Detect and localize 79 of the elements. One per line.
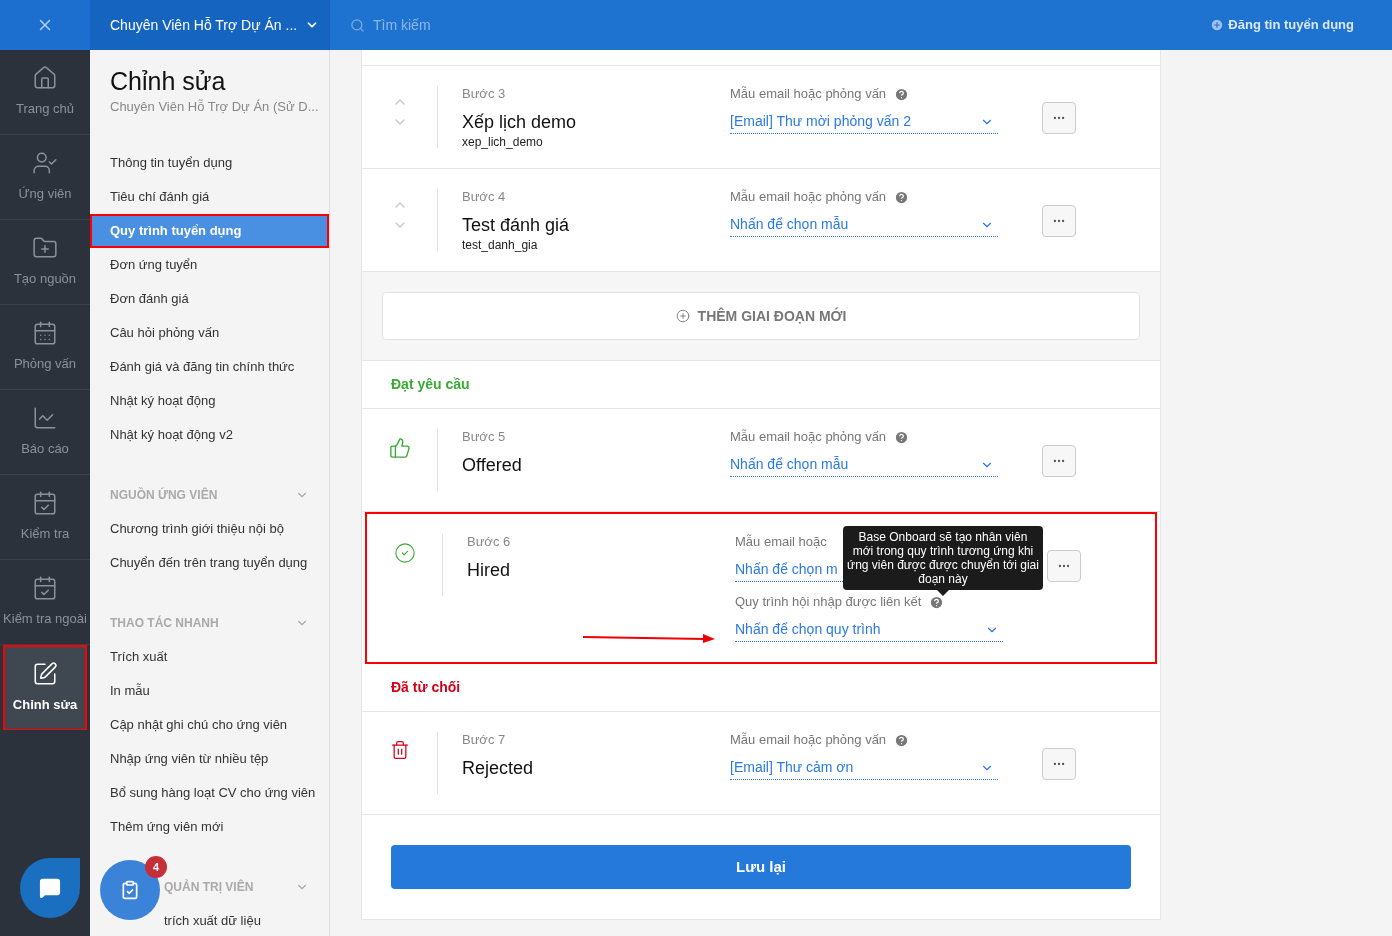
sidebar-item[interactable]: trích xuất dữ liệu (164, 903, 329, 936)
stage-name: Rejected (462, 757, 535, 780)
sidebar-item[interactable]: Chuyển đến trên trang tuyển dụng (90, 545, 329, 580)
help-icon[interactable] (929, 594, 945, 610)
sidebar-item[interactable]: Tiêu chí đánh giá (90, 179, 329, 214)
more-button[interactable] (1042, 102, 1076, 134)
tooltip: Base Onboard sẽ tạo nhân viên mới trong quy trình tương ứng khi ứng viên được được chuyển tới giai đoạn này (843, 526, 1043, 590)
sidebar-item[interactable]: Nhật ký hoạt động (90, 383, 329, 418)
stage-name: Test đánh giá (462, 214, 571, 237)
help-icon[interactable] (894, 189, 910, 205)
sidebar-item[interactable]: Thông tin tuyển dụng (90, 145, 329, 180)
section-heading: Đạt yêu cầu (391, 375, 470, 394)
nav-icon (32, 575, 58, 602)
step-label: Bước 5 (462, 429, 507, 445)
stage-name: Offered (462, 454, 523, 477)
section-heading: QUẢN TRỊ VIÊN (164, 878, 254, 896)
stage-name: Xếp lịch demo (462, 111, 578, 134)
sidebar-item[interactable]: Chương trình giới thiệu nội bộ (90, 511, 329, 546)
sidebar-item[interactable]: Cập nhật ghi chú cho ứng viên (90, 707, 329, 742)
field-label: Mẫu email hoặc phỏng vấn (730, 731, 887, 750)
section-heading: NGUỒN ỨNG VIÊN (110, 486, 218, 504)
job-selector[interactable]: Chuyên Viên Hỗ Trợ Dự Án ... (90, 0, 330, 50)
help-icon[interactable] (894, 86, 910, 102)
sidebar-item[interactable]: Nhập ứng viên từ nhiều tệp (90, 741, 329, 776)
page-subtitle: Chuyên Viên Hỗ Trợ Dự Án (Sử D... (110, 98, 320, 116)
field-label: Mẫu email hoặc (735, 533, 827, 552)
field-label: Mẫu email hoặc phỏng vấn (730, 428, 887, 447)
trash-icon (389, 740, 410, 760)
sidebar-item[interactable]: Đánh giá và đăng tin chính thức (90, 349, 329, 384)
section-heading: THAO TÁC NHANH (110, 614, 219, 632)
nav-icon (32, 65, 58, 92)
add-stage-button[interactable]: THÊM GIAI ĐOẠN MỚI (382, 292, 1140, 340)
stage-code: xep_lich_demo (462, 134, 544, 150)
plus-circle-icon (675, 309, 690, 323)
sidebar-item[interactable]: Bổ sung hàng loạt CV cho ứng viên (90, 775, 329, 810)
search-field[interactable]: Tìm kiếm (373, 14, 673, 36)
sidebar-item[interactable]: Câu hỏi phỏng vấn (90, 315, 329, 350)
field-label: Mẫu email hoặc phỏng vấn (730, 188, 887, 207)
sidebar-item[interactable]: Đơn ứng tuyển (90, 247, 329, 282)
post-job-button[interactable]: Đăng tin tuyển dụng (1210, 0, 1354, 50)
template-dropdown[interactable]: Nhấn để chọn mẫu (730, 453, 998, 477)
thumbs-up-icon (388, 437, 411, 459)
stage-code: test_danh_gia (462, 237, 539, 253)
nav-item[interactable]: Chỉnh sửa (3, 645, 87, 730)
plus-circle-icon (1210, 18, 1225, 32)
step-label: Bước 6 (467, 534, 512, 550)
template-dropdown[interactable]: Nhấn để chọn mẫu (730, 213, 998, 237)
save-button[interactable]: Lưu lại (391, 845, 1131, 889)
sidebar-item[interactable]: In mẫu (90, 673, 329, 708)
check-circle-icon (393, 542, 416, 564)
step-label: Bước 7 (462, 732, 507, 748)
sidebar-item[interactable]: Trích xuất (90, 639, 329, 674)
nav-icon (32, 320, 58, 347)
sidebar-item[interactable]: Thêm ứng viên mới (90, 809, 329, 844)
template-dropdown[interactable]: [Email] Thư cảm ơn (730, 756, 998, 780)
search-icon (350, 17, 365, 33)
help-icon[interactable] (894, 732, 910, 748)
step-label: Bước 4 (462, 189, 507, 205)
more-button[interactable] (1047, 550, 1081, 582)
field-label: Mẫu email hoặc phỏng vấn (730, 85, 887, 104)
clipboard-check-icon (120, 880, 140, 900)
tooltip-pointer (937, 590, 949, 596)
page-title: Chỉnh sửa (110, 66, 227, 97)
sidebar-item[interactable]: Nhật ký hoạt động v2 (90, 417, 329, 452)
nav-icon (32, 490, 58, 517)
field-label: Quy trình hội nhập được liên kết (735, 593, 922, 612)
nav-icon (32, 405, 58, 432)
more-button[interactable] (1042, 205, 1076, 237)
step-label: Bước 3 (462, 86, 507, 102)
stage-name: Hired (467, 559, 511, 582)
template-dropdown[interactable]: Nhấn để chọn quy trình (735, 618, 1003, 642)
more-button[interactable] (1042, 748, 1076, 780)
help-icon[interactable] (894, 429, 910, 445)
section-heading: Đã từ chối (391, 678, 461, 697)
template-dropdown[interactable]: [Email] Thư mời phỏng vấn 2 (730, 110, 998, 134)
sidebar-item[interactable]: Đơn đánh giá (90, 281, 329, 316)
chat-icon (39, 877, 61, 899)
more-button[interactable] (1042, 445, 1076, 477)
nav-icon (32, 661, 58, 688)
